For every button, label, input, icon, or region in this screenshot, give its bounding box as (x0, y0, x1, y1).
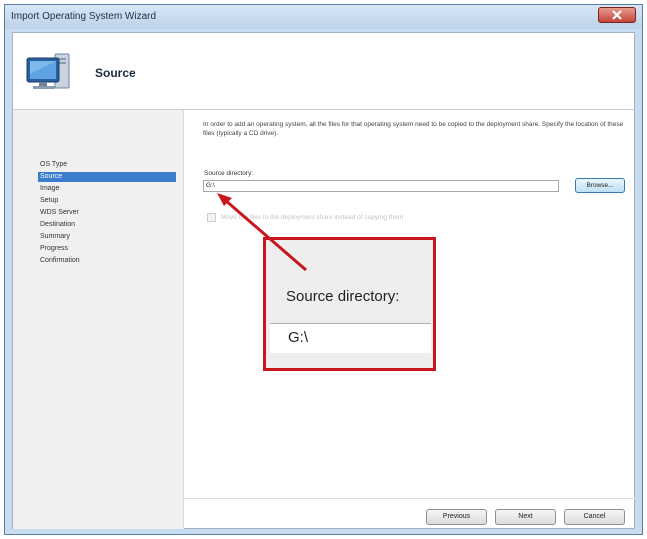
callout-arrow (217, 193, 307, 272)
